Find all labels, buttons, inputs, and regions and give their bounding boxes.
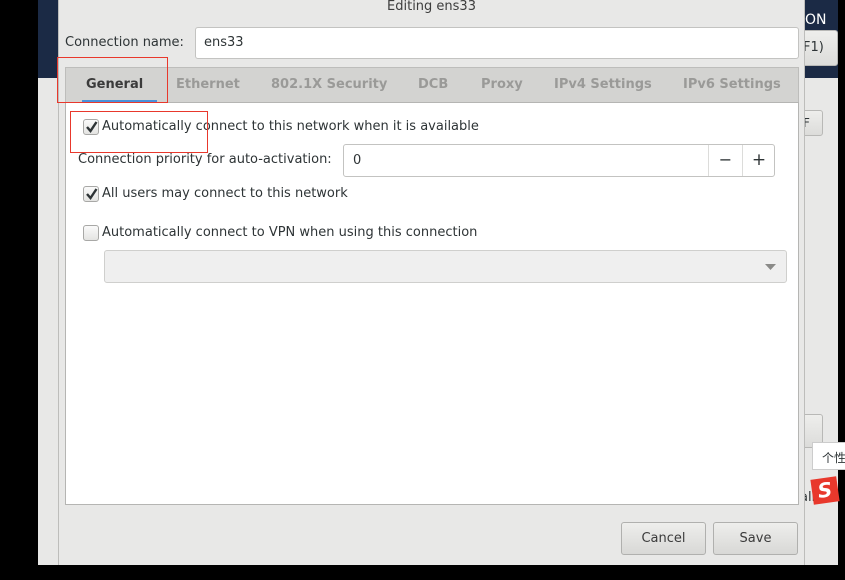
edit-connection-dialog: Editing ens33 Connection name: ens33 Gen… bbox=[58, 0, 805, 565]
general-tab-panel: Automatically connect to this network wh… bbox=[65, 102, 799, 505]
all-users-checkbox[interactable] bbox=[83, 186, 99, 202]
tab-ethernet[interactable]: Ethernet bbox=[176, 68, 240, 103]
tab-bar: General Ethernet 802.1X Security DCB Pro… bbox=[65, 67, 799, 103]
background-header-text: ON bbox=[805, 12, 827, 28]
annotation-box-general-tab bbox=[57, 57, 168, 103]
tab-ipv4-settings[interactable]: IPv4 Settings bbox=[554, 68, 652, 103]
all-users-label: All users may connect to this network bbox=[102, 186, 348, 201]
checkmark-icon bbox=[86, 188, 98, 200]
priority-label: Connection priority for auto-activation: bbox=[78, 152, 332, 167]
tab-dcb[interactable]: DCB bbox=[418, 68, 448, 103]
tab-ipv6-settings[interactable]: IPv6 Settings bbox=[683, 68, 781, 103]
priority-value[interactable]: 0 bbox=[353, 153, 361, 168]
connection-name-value: ens33 bbox=[204, 35, 244, 50]
dialog-title: Editing ens33 bbox=[387, 0, 476, 14]
annotation-box-auto-connect bbox=[70, 111, 208, 153]
priority-increment-button[interactable]: + bbox=[742, 145, 775, 176]
connection-name-label: Connection name: bbox=[65, 35, 184, 50]
vpn-auto-connect-checkbox[interactable] bbox=[83, 225, 99, 241]
tab-proxy[interactable]: Proxy bbox=[481, 68, 523, 103]
tab-8021x-security[interactable]: 802.1X Security bbox=[271, 68, 387, 103]
dropdown-arrow-icon bbox=[765, 264, 776, 270]
ime-tooltip: 个性 bbox=[812, 442, 845, 470]
connection-name-input[interactable]: ens33 bbox=[195, 27, 799, 59]
priority-decrement-button[interactable]: − bbox=[708, 145, 742, 176]
background-shortcut-text: F1) bbox=[803, 40, 824, 55]
vpn-auto-connect-label: Automatically connect to VPN when using … bbox=[102, 225, 478, 240]
save-button[interactable]: Save bbox=[713, 522, 798, 555]
cancel-button[interactable]: Cancel bbox=[621, 522, 706, 555]
priority-spinbox: 0 − + bbox=[343, 144, 775, 177]
vpn-select-dropdown[interactable] bbox=[104, 250, 787, 283]
sogou-ime-icon[interactable]: S bbox=[810, 476, 840, 505]
